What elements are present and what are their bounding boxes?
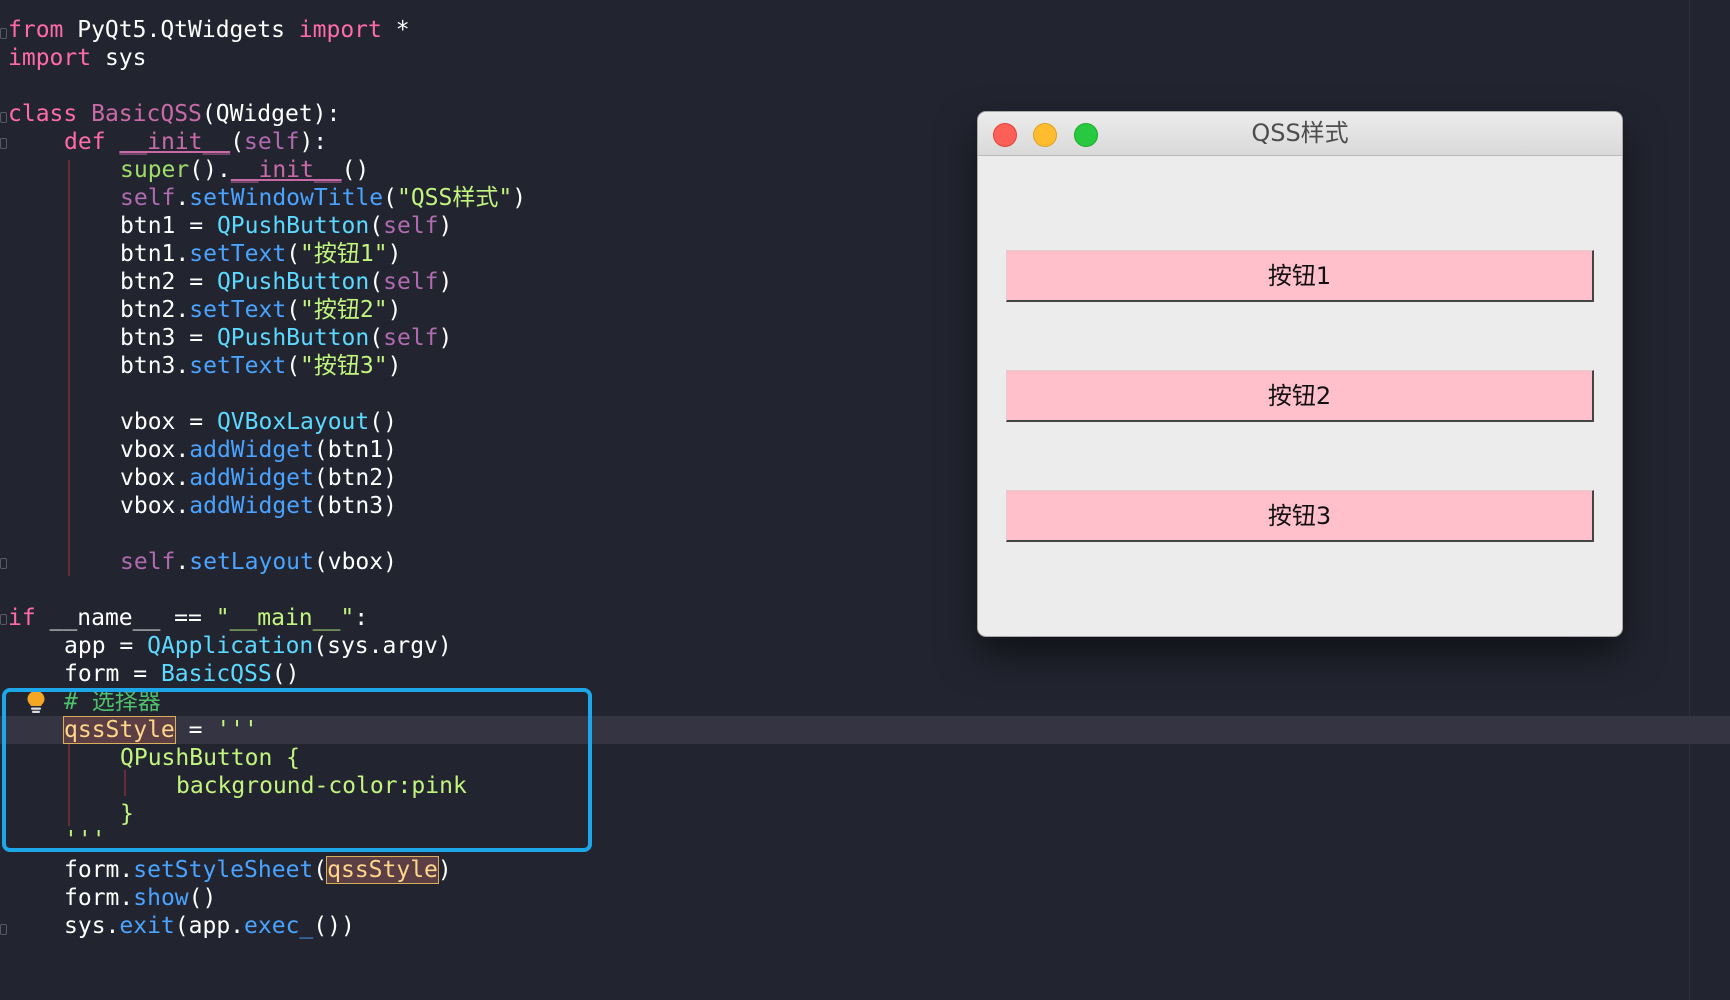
code-line: btn1.setText("按钮1") [120, 241, 402, 267]
editor-right-margin [1689, 0, 1690, 1000]
code-line: vbox.addWidget(btn1) [120, 437, 397, 463]
code-line: self.setLayout(vbox) [120, 549, 397, 575]
code-line: form.show() [64, 885, 217, 911]
fold-marker[interactable] [0, 138, 7, 149]
code-line: vbox.addWidget(btn3) [120, 493, 397, 519]
code-line: class BasicQSS(QWidget): [8, 101, 341, 127]
fold-marker[interactable] [0, 558, 7, 569]
code-line: form.setStyleSheet(qssStyle) [64, 856, 452, 884]
fold-marker[interactable] [0, 112, 7, 123]
code-line: def __init__(self): [64, 129, 328, 155]
code-line: btn2 = QPushButton(self) [120, 269, 453, 295]
code-line: import sys [8, 45, 147, 71]
code-line: sys.exit(app.exec_()) [64, 913, 355, 939]
code-line: btn3 = QPushButton(self) [120, 325, 453, 351]
fold-marker[interactable] [0, 614, 7, 625]
code-line: btn3.setText("按钮3") [120, 353, 402, 379]
code-line: if __name__ == "__main__": [8, 605, 369, 631]
code-line: btn2.setText("按钮2") [120, 297, 402, 323]
code-line: vbox = QVBoxLayout() [120, 409, 397, 435]
push-button-1[interactable]: 按钮1 [1006, 250, 1594, 302]
qss-demo-window[interactable]: QSS样式 按钮1 按钮2 按钮3 [978, 112, 1622, 636]
window-title: QSS样式 [1251, 119, 1349, 147]
code-line: from PyQt5.QtWidgets import * [8, 17, 410, 43]
fold-marker[interactable] [0, 28, 7, 39]
window-titlebar[interactable]: QSS样式 [978, 112, 1622, 156]
indent-guide [68, 160, 70, 576]
push-button-3[interactable]: 按钮3 [1006, 490, 1594, 542]
code-line: self.setWindowTitle("QSS样式") [120, 185, 527, 211]
code-line: form = BasicQSS() [64, 661, 300, 687]
code-line: vbox.addWidget(btn2) [120, 465, 397, 491]
highlighted-variable: qssStyle [326, 856, 439, 884]
code-line: super().__init__() [120, 157, 370, 183]
push-button-2[interactable]: 按钮2 [1006, 370, 1594, 422]
code-annotation-box [2, 688, 592, 852]
fold-marker[interactable] [0, 924, 7, 935]
code-line: btn1 = QPushButton(self) [120, 213, 453, 239]
code-line: app = QApplication(sys.argv) [64, 633, 452, 659]
